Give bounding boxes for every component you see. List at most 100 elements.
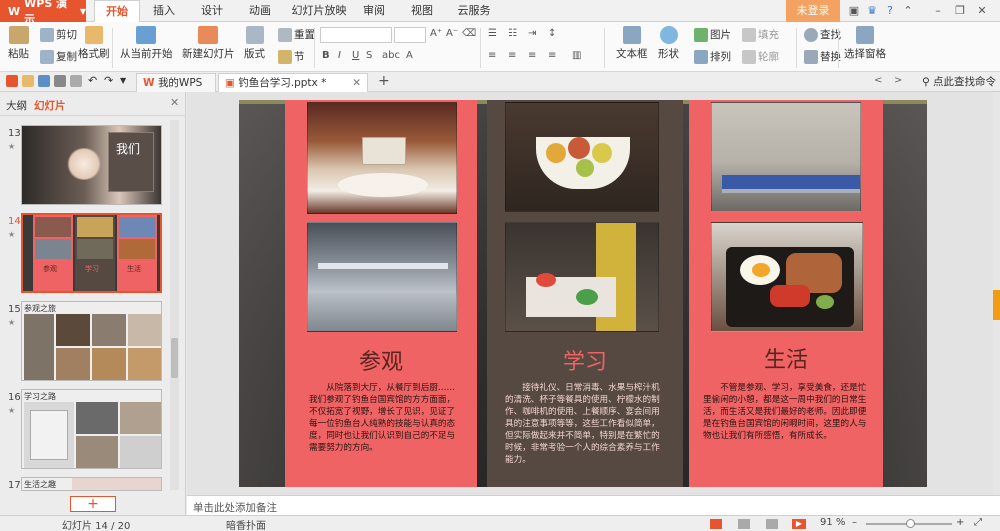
tab-insert[interactable]: 插入	[146, 0, 182, 22]
outline-button[interactable]: 轮廓	[742, 49, 779, 64]
help-icon[interactable]: ?	[882, 3, 898, 19]
shadow-icon[interactable]: S	[366, 50, 372, 61]
font-size-select[interactable]	[394, 27, 426, 43]
strikethrough-icon[interactable]: abc	[382, 50, 400, 61]
fit-window-icon[interactable]: ⤢	[974, 517, 982, 528]
bold-icon[interactable]: B	[322, 50, 330, 61]
clear-format-icon[interactable]: ⌫	[462, 28, 476, 39]
cut-button[interactable]: 剪切	[40, 27, 77, 42]
replace-button[interactable]: 替换	[804, 49, 841, 64]
tab-cloud[interactable]: 云服务	[452, 0, 496, 22]
tab-outline[interactable]: 大纲	[6, 98, 27, 113]
numbering-icon[interactable]: ☷	[508, 28, 517, 39]
font-name-select[interactable]	[320, 27, 392, 43]
bullets-icon[interactable]: ☰	[488, 28, 497, 39]
selection-pane-button[interactable]: 选择窗格	[844, 26, 886, 61]
align-center-icon[interactable]: ≡	[508, 50, 516, 61]
picture-button[interactable]: 图片	[694, 27, 731, 42]
print-icon[interactable]	[54, 75, 66, 87]
zoom-out-icon[interactable]: –	[852, 517, 857, 528]
section-button[interactable]: 节	[278, 49, 305, 64]
close-tab-icon[interactable]: ✕	[352, 74, 361, 93]
add-slide-button[interactable]: +	[70, 496, 116, 512]
align-right-icon[interactable]: ≡	[528, 50, 536, 61]
visit-paragraph: 从院落到大厅，从餐厅到后厨……我们参观了钓鱼台国宾馆的方方面面，不仅拓宽了视野，…	[309, 383, 456, 453]
zoom-in-icon[interactable]: +	[956, 517, 964, 528]
slide-thumbnail[interactable]: 参观之旅	[21, 301, 162, 381]
close-icon[interactable]: ✕	[170, 96, 179, 109]
align-left-icon[interactable]: ≡	[488, 50, 496, 61]
normal-view-icon[interactable]	[710, 519, 722, 529]
indent-icon[interactable]: ⇥	[528, 28, 536, 39]
layout-button[interactable]: 版式	[244, 26, 265, 61]
slide[interactable]: 参观 学习 生活 从院落到大厅，从餐厅到后厨……我们参观了钓鱼台国宾馆的方方面面…	[239, 100, 927, 487]
back-icon[interactable]: <	[874, 75, 882, 86]
close-icon[interactable]: ✕	[974, 3, 990, 19]
tab-animation[interactable]: 动画	[242, 0, 278, 22]
tab-review[interactable]: 审阅	[356, 0, 392, 22]
columns-icon[interactable]: ▥	[572, 50, 581, 61]
shape-label: 形状	[658, 48, 679, 60]
textbox-button[interactable]: 文本框	[616, 26, 648, 61]
copy-button[interactable]: 复制	[40, 49, 77, 64]
fill-label: 填充	[758, 29, 779, 41]
zoom-slider-handle[interactable]	[906, 519, 915, 528]
shrink-font-icon[interactable]: A⁻	[446, 28, 458, 39]
fill-button[interactable]: 填充	[742, 27, 779, 42]
tab-document[interactable]: ▣ 钓鱼台学习.pptx * ✕	[218, 73, 368, 92]
tab-home[interactable]: 开始	[94, 0, 140, 23]
customize-icon[interactable]: ▼	[120, 75, 132, 87]
new-tab-icon[interactable]: +	[378, 73, 390, 89]
find-command-box[interactable]: ⚲ 点此查找命令	[922, 74, 996, 89]
from-current-button[interactable]: 从当前开始	[120, 26, 173, 61]
app-menu-button[interactable]: W WPS 演示 ▼	[0, 0, 86, 26]
tab-slideshow[interactable]: 幻灯片放映	[286, 0, 352, 22]
preview-icon[interactable]	[70, 75, 82, 87]
undo-icon[interactable]: ↶	[88, 75, 100, 87]
slide-thumbnail[interactable]: 生活之趣	[21, 477, 162, 491]
save-cloud-icon[interactable]: ▣	[846, 3, 862, 19]
font-color-icon[interactable]: A	[406, 50, 413, 61]
grow-font-icon[interactable]: A⁺	[430, 28, 442, 39]
italic-icon[interactable]: I	[338, 50, 341, 61]
tab-view[interactable]: 视图	[404, 0, 440, 22]
justify-icon[interactable]: ≡	[548, 50, 556, 61]
new-doc-icon[interactable]	[6, 75, 18, 87]
redo-icon[interactable]: ↷	[104, 75, 116, 87]
minimize-icon[interactable]: –	[930, 3, 946, 19]
slide-thumbnail[interactable]: 我们	[21, 125, 162, 205]
tab-slides[interactable]: 幻灯片	[34, 98, 66, 113]
format-painter-button[interactable]: 格式刷	[78, 26, 110, 61]
line-spacing-icon[interactable]: ↕	[548, 28, 556, 39]
quick-access-tab-bar: ↶ ↷ ▼ W 我的WPS ▣ 钓鱼台学习.pptx * ✕ + < > ⚲ 点…	[0, 72, 1000, 92]
notes-pane[interactable]: 单击此处添加备注	[187, 495, 1000, 515]
forward-icon[interactable]: >	[894, 75, 902, 86]
slide-sorter-icon[interactable]	[738, 519, 750, 529]
tab-my-wps[interactable]: W 我的WPS	[136, 73, 216, 92]
restore-icon[interactable]: ❐	[952, 3, 968, 19]
underline-icon[interactable]: U	[352, 50, 359, 61]
flower-image	[66, 148, 102, 180]
scrollbar-thumb[interactable]	[171, 338, 178, 378]
slide-thumbnail[interactable]: 学习之路	[21, 389, 162, 469]
shape-button[interactable]: 形状	[658, 26, 679, 61]
scrollbar-thumb[interactable]	[993, 290, 1000, 320]
open-icon[interactable]	[22, 75, 34, 87]
minimize-ribbon-icon[interactable]: ⌃	[900, 3, 916, 19]
play-icon[interactable]: ▶	[792, 519, 806, 529]
login-button[interactable]: 未登录	[786, 0, 840, 22]
arrange-label: 排列	[710, 51, 731, 63]
tab-design[interactable]: 设计	[194, 0, 230, 22]
slide-thumbnail-selected[interactable]: 参观 学习 生活	[21, 213, 162, 293]
find-button[interactable]: 查找	[804, 27, 841, 42]
canvas-scrollbar[interactable]	[993, 92, 1000, 495]
arrange-button[interactable]: 排列	[694, 49, 731, 64]
paste-button[interactable]: 粘贴	[8, 26, 29, 61]
skin-icon[interactable]: ♛	[864, 3, 880, 19]
reading-view-icon[interactable]	[766, 519, 778, 529]
reset-button[interactable]: 重置	[278, 27, 315, 42]
new-slide-button[interactable]: 新建幻灯片	[182, 26, 235, 61]
textbox-label: 文本框	[616, 48, 648, 60]
save-icon[interactable]	[38, 75, 50, 87]
panel-scrollbar[interactable]	[170, 120, 179, 490]
